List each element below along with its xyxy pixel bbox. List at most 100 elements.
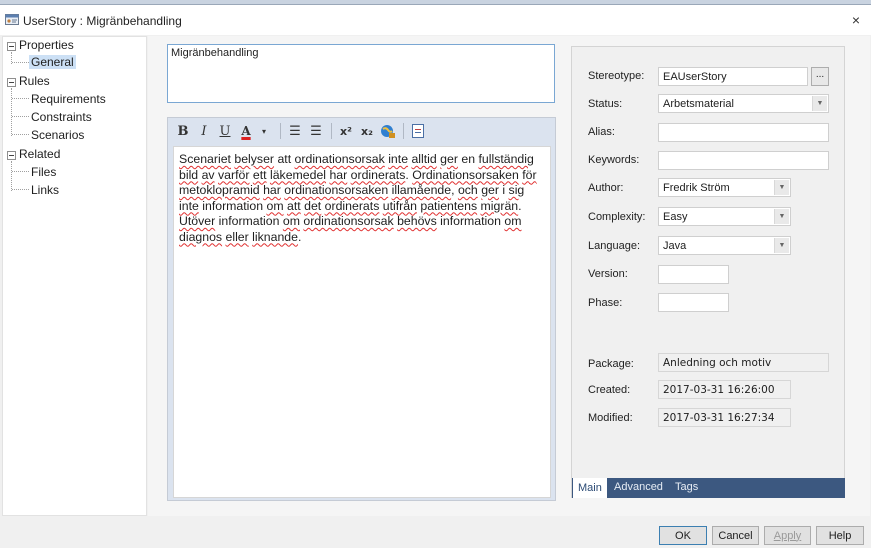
notes-paragraph: Scenariet belyser att ordinationsorsak i… <box>179 152 545 214</box>
spell-flagged-word: diagnos <box>179 229 223 244</box>
name-field[interactable]: Migränbehandling <box>167 44 555 103</box>
tree-item-related[interactable]: Related <box>19 147 60 161</box>
spell-flagged-word: Ordinationsorsaken <box>412 167 519 182</box>
hyperlink-globe-icon[interactable] <box>380 122 396 140</box>
ok-button[interactable]: OK <box>659 526 707 545</box>
author-value: Fredrik Ström <box>663 182 730 194</box>
collapse-icon[interactable] <box>7 42 16 51</box>
tree-item-requirements[interactable]: Requirements <box>31 92 106 106</box>
modified-value: 2017-03-31 16:27:34 <box>658 408 791 427</box>
properties-tab-bar: Main Advanced Tags <box>572 478 845 498</box>
italic-button[interactable]: I <box>196 122 212 140</box>
tree-item-constraints[interactable]: Constraints <box>31 110 92 124</box>
tab-tags[interactable]: Tags <box>670 478 703 498</box>
spell-flagged-word: ger <box>440 152 458 166</box>
chevron-down-icon[interactable]: ▼ <box>774 180 789 195</box>
spell-flagged-word: migrän <box>480 198 519 213</box>
language-dropdown[interactable]: Java ▼ <box>658 236 791 255</box>
spell-flagged-word: ordinationsorsak <box>303 214 394 228</box>
spell-flagged-word: läkemedel <box>269 167 327 182</box>
tab-advanced[interactable]: Advanced <box>609 478 668 498</box>
spell-flagged-word: inte <box>388 152 409 166</box>
numbered-list-button[interactable]: ☰ <box>308 122 324 140</box>
complexity-dropdown[interactable]: Easy ▼ <box>658 207 791 226</box>
notes-text: i <box>498 183 509 197</box>
superscript-button[interactable]: x² <box>338 122 354 140</box>
spell-flagged-word: Scenariet <box>179 152 231 166</box>
notes-text: information <box>436 214 505 228</box>
alias-field[interactable] <box>658 123 829 142</box>
notes-text: , <box>451 183 458 197</box>
tree-item-general[interactable]: General <box>29 55 76 69</box>
toolbar-separator <box>403 123 404 139</box>
underline-button[interactable]: U <box>217 122 233 140</box>
insert-document-icon[interactable] <box>410 122 426 140</box>
font-color-button[interactable]: A <box>238 122 254 140</box>
font-color-dropdown-icon[interactable]: ▾ <box>256 122 272 140</box>
notes-editor-panel: B I U A ▾ ☰ ☰ x² x₂ Scenariet belyser at… <box>167 117 556 501</box>
keywords-field[interactable] <box>658 151 829 170</box>
spell-flagged-word: och <box>457 183 478 197</box>
stereotype-browse-button[interactable]: ... <box>811 67 829 86</box>
spell-flagged-word: om <box>282 214 300 228</box>
spell-flagged-word: ordinationsorsaken <box>284 183 389 197</box>
help-button[interactable]: Help <box>816 526 864 545</box>
tree-item-files[interactable]: Files <box>31 165 56 179</box>
spell-flagged-word: att <box>287 198 301 213</box>
spell-flagged-word: om <box>266 198 284 213</box>
notes-text: att <box>274 152 295 166</box>
chevron-down-icon[interactable]: ▼ <box>774 209 789 224</box>
spell-flagged-word: alltid <box>411 152 437 166</box>
close-icon[interactable]: × <box>852 12 860 28</box>
spell-flagged-word: metoklopramid <box>179 183 260 197</box>
bold-button[interactable]: B <box>175 122 191 140</box>
tree-item-links[interactable]: Links <box>31 183 59 197</box>
spell-flagged-word: det <box>304 198 322 213</box>
apply-button[interactable]: Apply <box>764 526 811 545</box>
cancel-button[interactable]: Cancel <box>712 526 759 545</box>
section-tree: Properties General Rules Requirements Co… <box>2 36 147 516</box>
created-value: 2017-03-31 16:26:00 <box>658 380 791 399</box>
tree-item-properties[interactable]: Properties <box>19 38 74 52</box>
collapse-icon[interactable] <box>7 78 16 87</box>
formatting-toolbar: B I U A ▾ ☰ ☰ x² x₂ <box>168 118 555 144</box>
spell-flagged-word: har <box>329 167 348 182</box>
spell-flagged-word: varför <box>218 167 250 182</box>
chevron-down-icon[interactable]: ▼ <box>812 96 827 111</box>
spell-flagged-word: ordinerats <box>350 167 406 182</box>
tree-item-scenarios[interactable]: Scenarios <box>31 128 84 142</box>
window-title: UserStory : Migränbehandling <box>23 14 182 28</box>
bullet-list-button[interactable]: ☰ <box>287 122 303 140</box>
author-label: Author: <box>588 182 624 194</box>
author-dropdown[interactable]: Fredrik Ström ▼ <box>658 178 791 197</box>
tree-item-rules[interactable]: Rules <box>19 74 50 88</box>
spell-flagged-word: ger <box>481 183 499 197</box>
spell-flagged-word: liknande <box>252 229 298 244</box>
language-value: Java <box>663 240 687 252</box>
notes-text-area[interactable]: Scenariet belyser att ordinationsorsak i… <box>173 146 551 498</box>
alias-label: Alias: <box>588 126 615 138</box>
properties-panel: Stereotype: EAUserStory ... Status: Arbe… <box>571 46 845 498</box>
spell-flagged-word: belyser <box>234 152 275 166</box>
stereotype-field[interactable]: EAUserStory <box>658 67 808 86</box>
stereotype-label: Stereotype: <box>588 70 645 82</box>
complexity-value: Easy <box>663 211 688 223</box>
tab-main[interactable]: Main <box>573 478 607 498</box>
phase-label: Phase: <box>588 297 623 309</box>
status-dropdown[interactable]: Arbetsmaterial ▼ <box>658 94 829 113</box>
toolbar-separator <box>331 123 332 139</box>
subscript-button[interactable]: x₂ <box>359 122 375 140</box>
keywords-label: Keywords: <box>588 154 640 166</box>
spell-flagged-word: sig <box>508 183 525 197</box>
package-value: Anledning och motiv <box>658 353 829 372</box>
spell-flagged-word: för <box>522 167 537 182</box>
collapse-icon[interactable] <box>7 151 16 160</box>
notes-text: information <box>215 214 283 228</box>
chevron-down-icon[interactable]: ▼ <box>774 238 789 253</box>
phase-field[interactable] <box>658 293 729 312</box>
language-label: Language: <box>588 240 640 252</box>
status-value: Arbetsmaterial <box>663 98 734 110</box>
modified-label: Modified: <box>588 412 633 424</box>
version-field[interactable] <box>658 265 729 284</box>
userstory-icon <box>5 14 19 25</box>
